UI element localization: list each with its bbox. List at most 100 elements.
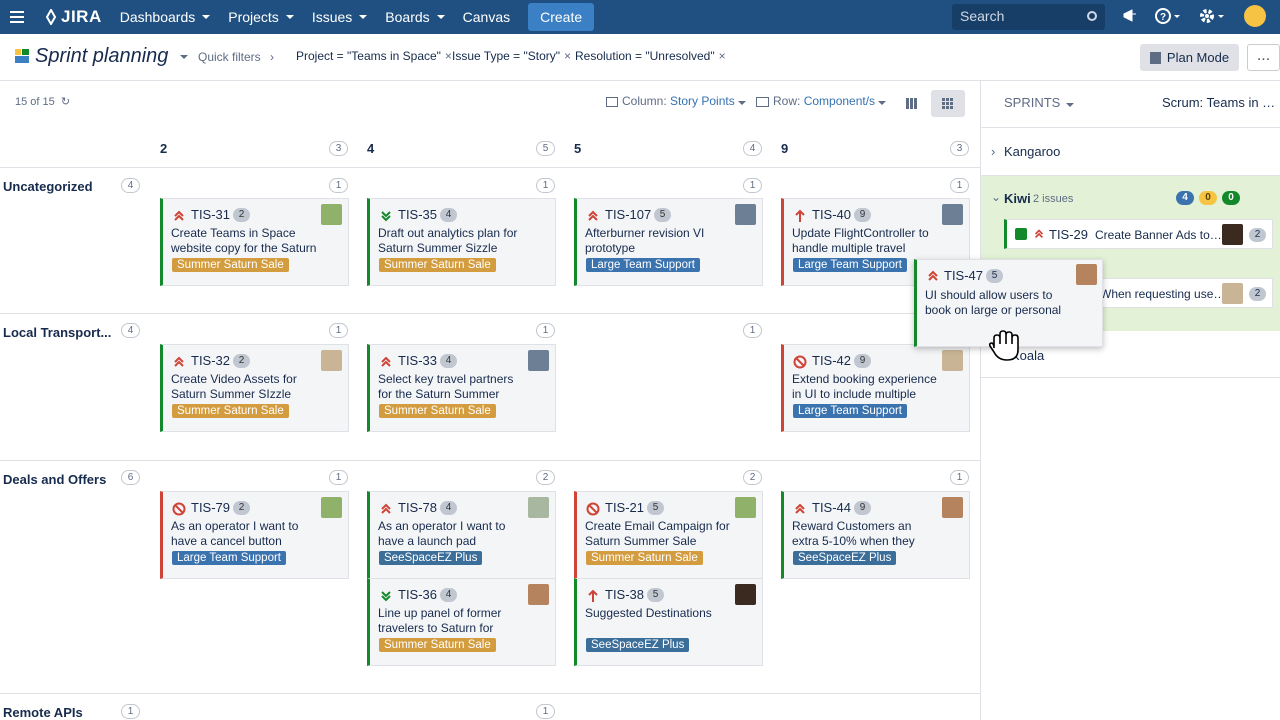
assignee-avatar	[321, 350, 342, 371]
story-points: 2	[233, 501, 250, 515]
quick-filters[interactable]: Quick filters ›	[198, 50, 274, 64]
assignee-avatar	[528, 584, 549, 605]
issue-card[interactable]: TIS-32 2 Create Video Assets for Saturn S…	[160, 344, 349, 432]
row-count: 4	[121, 323, 140, 338]
chevron-down-icon	[202, 15, 211, 19]
cell-count: 2	[743, 470, 762, 485]
issue-card[interactable]: TIS-107 5 Afterburner revision VI prototy…	[574, 198, 763, 286]
close-icon[interactable]: ×	[564, 49, 571, 63]
issue-key: TIS-35	[398, 207, 438, 222]
issue-card[interactable]: TIS-36 4 Line up panel of former traveler…	[367, 578, 556, 666]
nav-canvas[interactable]: Canvas	[463, 9, 510, 25]
cell-count: 1	[743, 178, 762, 193]
sprints-panel: SPRINTS Scrum: Teams in … › Kangaroo ⌄ Ki…	[980, 81, 1280, 720]
sprint-issue[interactable]: TIS-29 Create Banner Ads to… 2	[1004, 219, 1273, 249]
story-points: 9	[854, 501, 871, 515]
nav-issues[interactable]: Issues	[312, 9, 368, 25]
row-selector[interactable]: Row: Component/s	[756, 94, 887, 108]
issue-card[interactable]: TIS-35 4 Draft out analytics plan for Sat…	[367, 198, 556, 286]
nav-projects[interactable]: Projects	[228, 9, 294, 25]
issue-summary: Select key travel partners for the Satur…	[378, 372, 514, 401]
chevron-down-icon	[436, 15, 445, 19]
priority-high-icon	[588, 589, 598, 602]
filter-chip[interactable]: Resolution = "Unresolved" ×	[575, 49, 726, 63]
issue-summary: UI should allow users to book on large o…	[925, 288, 1062, 317]
divider	[0, 313, 980, 314]
priority-highest-icon	[174, 356, 184, 367]
jira-logo-icon	[45, 9, 57, 25]
filter-label: Issue Type = "Story"	[452, 49, 561, 63]
story-points: 4	[440, 354, 457, 368]
story-points: 4	[440, 501, 457, 515]
issue-summary: As an operator I want to have a cancel b…	[171, 519, 299, 548]
sprints-dropdown[interactable]: SPRINTS	[1004, 95, 1075, 110]
issue-summary: Suggested Destinations	[585, 606, 712, 620]
issue-key: TIS-21	[605, 500, 645, 515]
list-view-button[interactable]	[895, 90, 929, 117]
help-icon[interactable]: ?	[1155, 6, 1183, 30]
close-icon[interactable]: ×	[719, 49, 726, 63]
user-avatar[interactable]	[1244, 5, 1266, 27]
row-count: 6	[121, 470, 140, 485]
epic-label: Summer Saturn Sale	[586, 551, 703, 565]
plan-mode-label: Plan Mode	[1166, 50, 1230, 65]
search-icon	[1087, 11, 1097, 21]
issue-card[interactable]: TIS-79 2 As an operator I want to have a …	[160, 491, 349, 579]
row-label-local-transport[interactable]: Local Transport...	[3, 325, 111, 340]
issue-summary: Create Teams in Space website copy for t…	[171, 226, 317, 255]
search-input[interactable]: Search	[952, 4, 1105, 30]
board-header: Sprint planning Quick filters › Project …	[0, 34, 1280, 81]
issue-key: TIS-29	[1049, 227, 1089, 242]
assignee-avatar	[321, 204, 342, 225]
nav-dashboards[interactable]: Dashboards	[120, 9, 211, 25]
priority-highest-icon	[1034, 229, 1044, 239]
column-header: 9	[781, 141, 789, 156]
issue-card[interactable]: TIS-78 4 As an operator I want to have a …	[367, 491, 556, 579]
plan-mode-button[interactable]: Plan Mode	[1140, 44, 1239, 71]
assignee-avatar	[528, 497, 549, 518]
create-button[interactable]: Create	[528, 3, 595, 31]
more-options-button[interactable]: ...	[1247, 44, 1280, 71]
todo-count-badge: 4	[1176, 191, 1194, 205]
cell-count: 1	[950, 178, 969, 193]
issue-summary: Create Email Campaign for Saturn Summer …	[585, 519, 730, 548]
issue-summary: When requesting use…	[1100, 287, 1226, 301]
issue-summary: Reward Customers an extra 5-10% when the…	[792, 519, 915, 548]
issue-card[interactable]: TIS-33 4 Select key travel partners for t…	[367, 344, 556, 432]
sprint-name: Kiwi	[1004, 191, 1031, 206]
svg-text:?: ?	[1160, 12, 1166, 23]
issue-card[interactable]: TIS-44 9 Reward Customers an extra 5-10% …	[781, 491, 970, 579]
column-header: 4	[367, 141, 375, 156]
column-selector[interactable]: Column: Story Points	[606, 94, 746, 108]
story-points: 5	[647, 588, 664, 602]
issue-card[interactable]: TIS-21 5 Create Email Campaign for Saturn…	[574, 491, 763, 579]
nav-boards[interactable]: Boards	[385, 9, 445, 25]
issue-card[interactable]: TIS-31 2 Create Teams in Space website co…	[160, 198, 349, 286]
assignee-avatar	[942, 350, 963, 371]
issue-key: TIS-31	[191, 207, 231, 222]
row-label-uncategorized[interactable]: Uncategorized	[3, 179, 93, 194]
page-title[interactable]: Sprint planning	[35, 45, 188, 68]
row-label-deals-and-offers[interactable]: Deals and Offers	[3, 472, 106, 487]
issue-card[interactable]: TIS-42 9 Extend booking experience in UI …	[781, 344, 970, 432]
issue-card[interactable]: TIS-38 5 Suggested Destinations SeeSpaceE…	[574, 578, 763, 666]
row-value: Component/s	[803, 94, 876, 108]
epic-label: SeeSpaceEZ Plus	[379, 551, 483, 565]
app-switcher-icon[interactable]	[10, 7, 30, 27]
row-label-remote-apis[interactable]: Remote APIs	[3, 705, 83, 720]
story-points: 2	[1249, 228, 1266, 242]
grid-view-button[interactable]	[931, 90, 965, 117]
refresh-icon[interactable]: ↻	[61, 96, 70, 108]
epic-label: Summer Saturn Sale	[379, 404, 496, 418]
divider	[0, 693, 980, 694]
megaphone-icon[interactable]	[1122, 8, 1140, 24]
gear-icon[interactable]	[1199, 6, 1227, 30]
close-icon[interactable]: ×	[445, 49, 452, 63]
jira-logo[interactable]: JIRA	[44, 7, 102, 27]
priority-lowest-icon	[381, 211, 391, 222]
issue-summary: Extend booking experience in UI to inclu…	[792, 372, 937, 401]
column-header: 2	[160, 141, 168, 156]
filter-chip[interactable]: Project = "Teams in Space" ×	[296, 49, 452, 63]
filter-chip[interactable]: Issue Type = "Story" ×	[452, 49, 571, 63]
rows-icon	[756, 96, 769, 107]
